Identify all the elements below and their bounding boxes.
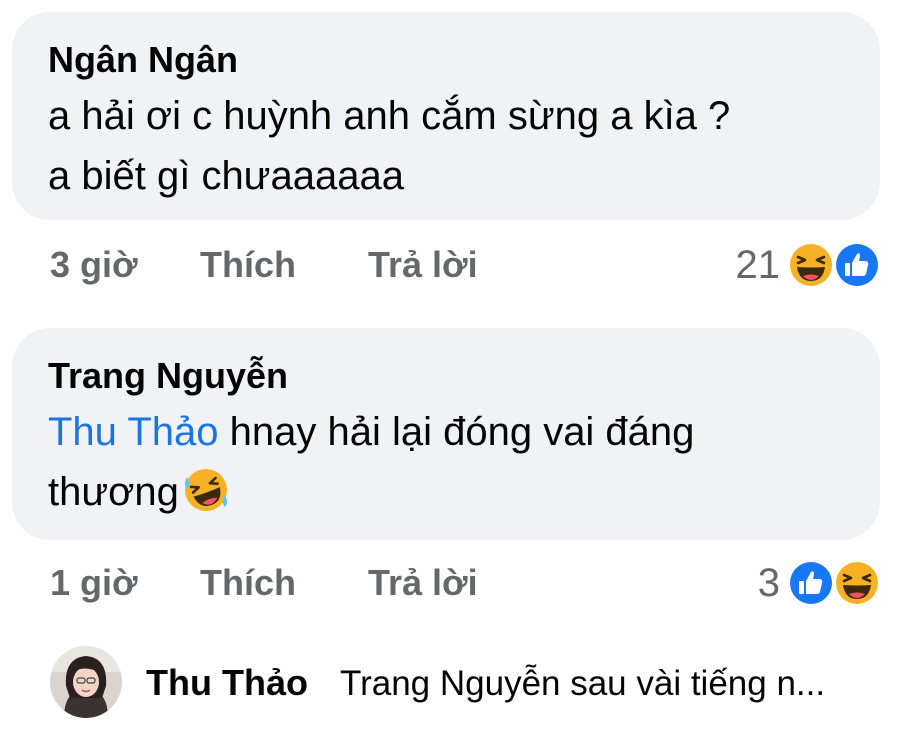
reply-button[interactable]: Trả lời <box>368 562 478 604</box>
comment-text-line: a biết gì chưaaaaaa <box>48 154 404 198</box>
comment-text-line: thương <box>48 462 850 522</box>
comment-text-fragment: hnay hải lại đóng vai đáng <box>218 410 695 454</box>
avatar[interactable] <box>50 646 122 718</box>
avatar-image <box>50 646 122 718</box>
reaction-summary[interactable]: 3 <box>758 558 882 608</box>
reaction-count: 3 <box>757 560 780 605</box>
reply-button[interactable]: Trả lời <box>368 244 478 286</box>
haha-icon <box>833 559 881 607</box>
like-icon <box>787 559 835 607</box>
comment-text-line: Thu Thảo hnay hải lại đóng vai đáng <box>48 402 850 462</box>
comment-author[interactable]: Trang Nguyễn <box>48 356 288 396</box>
like-button[interactable]: Thích <box>200 562 296 604</box>
comment-text: a hải ơi c huỳnh anh cắm sừng a kìa ? a … <box>48 86 850 206</box>
comment-actions: 1 giờ Thích Trả lời 3 <box>50 558 882 608</box>
reply-author[interactable]: Thu Thảo <box>146 662 308 704</box>
like-icon <box>833 241 881 289</box>
comment-bubble[interactable]: Trang Nguyễn Thu Thảo hnay hải lại đóng … <box>12 328 880 540</box>
comment-text-fragment: thương <box>48 470 179 514</box>
comment-time[interactable]: 3 giờ <box>50 244 138 286</box>
comment-text: Thu Thảo hnay hải lại đóng vai đáng thươ… <box>48 402 850 522</box>
rofl-emoji-icon <box>184 469 227 511</box>
reaction-count: 21 <box>735 242 781 287</box>
reply-preview[interactable]: Thu Thảo Trang Nguyễn sau vài tiếng n... <box>50 646 882 720</box>
comment-text-line: a hải ơi c huỳnh anh cắm sừng a kìa ? <box>48 94 731 138</box>
comment-bubble[interactable]: Ngân Ngân a hải ơi c huỳnh anh cắm sừng … <box>12 12 880 220</box>
reaction-summary[interactable]: 21 <box>736 240 883 290</box>
mention-link[interactable]: Thu Thảo <box>48 410 219 454</box>
like-button[interactable]: Thích <box>200 244 296 286</box>
comment-thread: Ngân Ngân a hải ơi c huỳnh anh cắm sừng … <box>0 0 918 737</box>
comment-actions: 3 giờ Thích Trả lời 21 <box>50 240 882 290</box>
reply-snippet[interactable]: Trang Nguyễn sau vài tiếng n... <box>340 664 825 704</box>
comment-time[interactable]: 1 giờ <box>50 562 138 604</box>
haha-icon <box>787 241 835 289</box>
comment-author[interactable]: Ngân Ngân <box>48 40 238 80</box>
